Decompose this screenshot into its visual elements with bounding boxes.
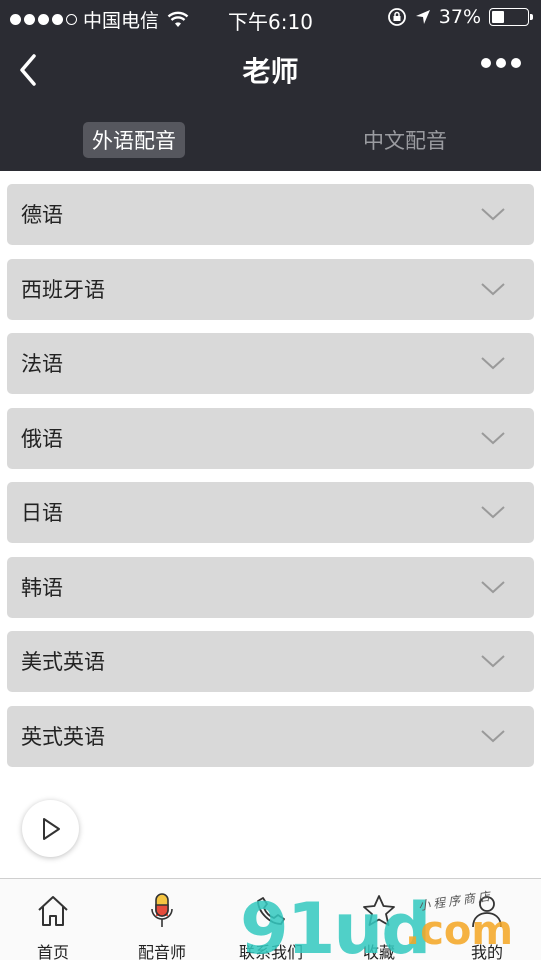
language-row-korean[interactable]: 韩语	[7, 556, 534, 618]
language-label: 法语	[21, 352, 63, 376]
home-icon	[38, 896, 68, 926]
more-dots-icon	[481, 58, 491, 68]
bottom-tab-profile[interactable]: 我的	[437, 891, 537, 963]
bottom-tab-bar: 首页 配音师 联系我们 收藏 我的	[0, 878, 541, 963]
bottom-tab-home[interactable]: 首页	[3, 891, 103, 963]
chevron-down-icon	[481, 282, 505, 295]
language-label: 俄语	[21, 426, 63, 451]
language-row-russian[interactable]: 俄语	[7, 407, 534, 469]
bottom-tab-label: 配音师	[137, 943, 186, 962]
play-button[interactable]	[22, 800, 79, 857]
bottom-tab-voice-actors[interactable]: 配音师	[112, 891, 212, 963]
rotation-lock-icon	[387, 8, 406, 26]
language-row-spanish[interactable]: 西班牙语	[7, 258, 534, 320]
nav-bar: 老师	[0, 36, 541, 106]
bottom-tab-label: 首页	[36, 943, 69, 962]
bottom-tab-label: 联系我们	[238, 943, 303, 962]
page-title: 老师	[242, 55, 299, 88]
language-row-british-english[interactable]: 英式英语	[7, 705, 534, 767]
bottom-tab-label: 我的	[470, 943, 503, 962]
language-label: 美式英语	[21, 650, 105, 674]
chevron-down-icon	[481, 208, 505, 221]
language-row-japanese[interactable]: 日语	[7, 482, 534, 543]
language-row-german[interactable]: 德语	[7, 184, 534, 245]
more-options-button[interactable]	[481, 58, 521, 68]
language-label: 韩语	[21, 575, 63, 600]
bottom-tab-label: 收藏	[362, 943, 395, 962]
battery-percent: 37%	[438, 6, 481, 28]
bottom-tab-favorites[interactable]: 收藏	[329, 891, 429, 963]
tab-chinese-dubbing[interactable]: 中文配音	[354, 122, 456, 158]
language-label: 日语	[21, 501, 63, 525]
chevron-down-icon	[481, 655, 505, 668]
chevron-down-icon	[481, 357, 505, 370]
language-row-american-english[interactable]: 美式英语	[7, 631, 534, 692]
microphone-icon	[151, 893, 173, 927]
language-label: 英式英语	[21, 724, 105, 749]
chevron-down-icon	[481, 431, 505, 444]
language-label: 德语	[21, 203, 63, 227]
battery-icon	[489, 8, 533, 26]
status-right: 37%	[387, 6, 533, 28]
language-row-french[interactable]: 法语	[7, 333, 534, 394]
chevron-down-icon	[481, 580, 505, 593]
play-icon	[43, 818, 60, 840]
status-bar: 中国电信 下午6:10 37%	[0, 0, 541, 36]
user-icon	[472, 896, 502, 928]
battery-fill	[492, 11, 504, 23]
language-label: 西班牙语	[21, 277, 105, 302]
chevron-down-icon	[481, 729, 505, 742]
dubbing-type-tabs: 外语配音 中文配音	[0, 106, 541, 171]
bottom-tab-contact[interactable]: 联系我们	[221, 891, 321, 963]
tab-foreign-dubbing[interactable]: 外语配音	[83, 122, 185, 158]
phone-icon	[257, 897, 285, 925]
star-icon	[363, 895, 395, 926]
language-list: 德语 西班牙语 法语 俄语 日语 韩语 美式英语 英式英语	[7, 184, 534, 780]
location-arrow-icon	[415, 10, 430, 24]
chevron-down-icon	[481, 506, 505, 519]
